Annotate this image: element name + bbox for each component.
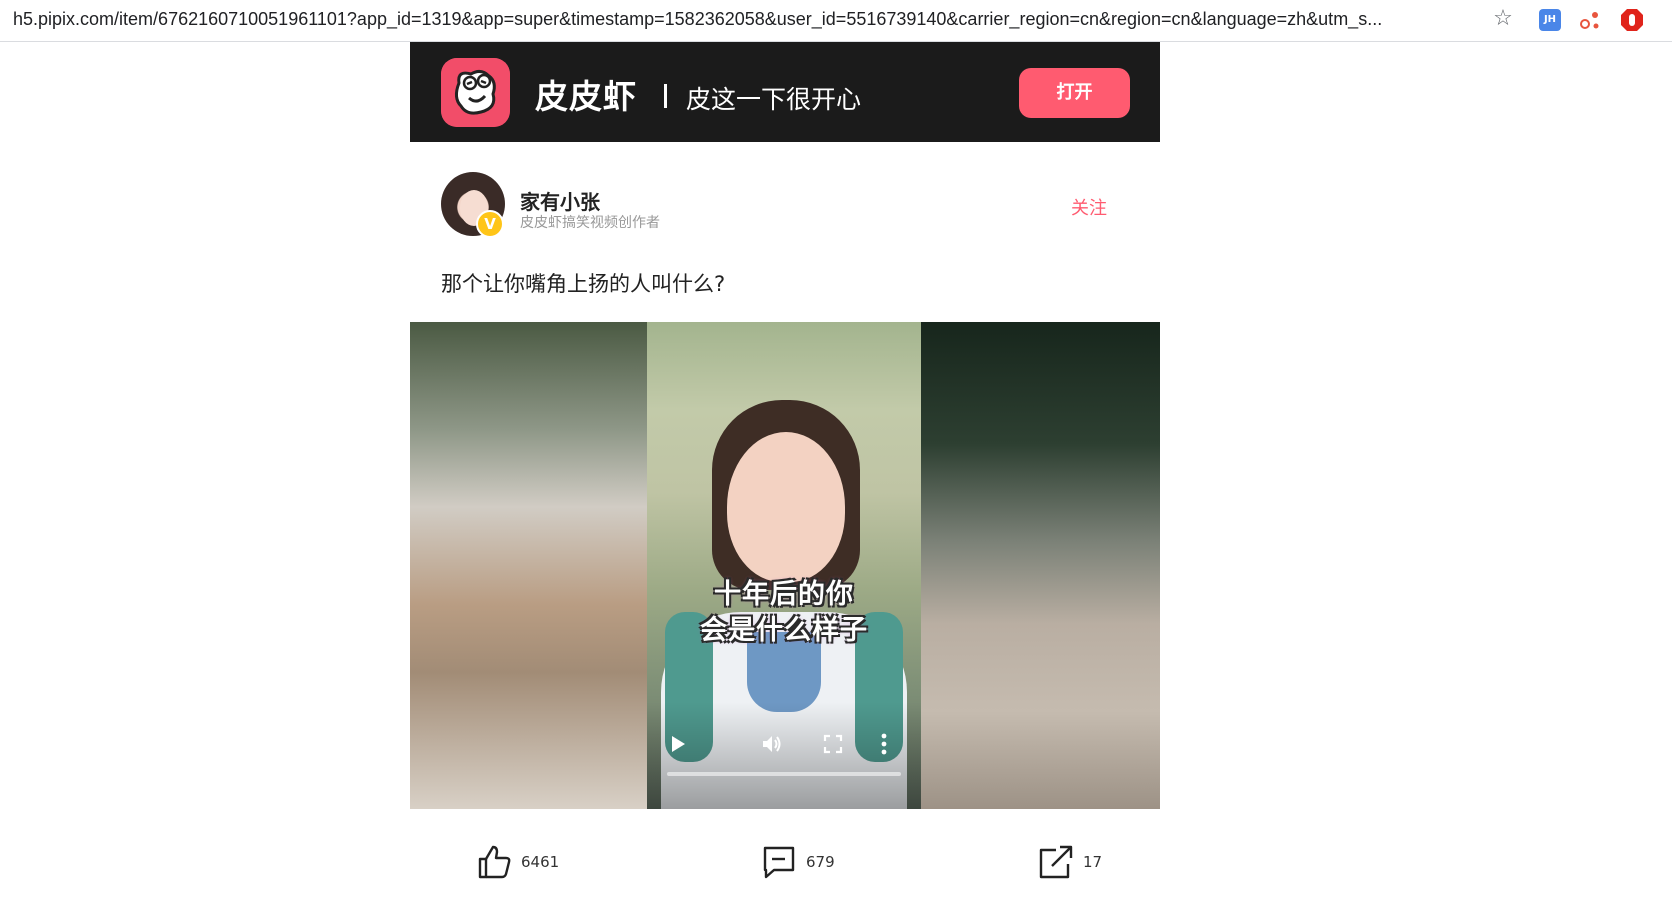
- like-count: 6461: [521, 853, 560, 871]
- action-bar: 6461 679 17: [410, 842, 1160, 882]
- share-count: 17: [1083, 853, 1103, 871]
- follow-button[interactable]: 关注: [1071, 194, 1107, 220]
- pipixia-logo-icon: [441, 58, 510, 127]
- thumbs-up-icon: [478, 845, 511, 879]
- video-player[interactable]: 十年后的你 会是什么样子: [410, 322, 1160, 809]
- video-controls: [647, 702, 921, 809]
- video-blur-background-left: [410, 322, 647, 809]
- open-app-button[interactable]: 打开: [1019, 68, 1130, 118]
- post-title: 那个让你嘴角上扬的人叫什么?: [441, 272, 726, 296]
- video-subtitle-line2: 会是什么样子: [700, 615, 868, 646]
- address-bar[interactable]: h5.pipix.com/item/6762160710051961101?ap…: [13, 9, 1473, 30]
- play-icon[interactable]: [672, 736, 685, 752]
- banner-divider: [664, 84, 667, 108]
- browser-toolbar: h5.pipix.com/item/6762160710051961101?ap…: [0, 0, 1672, 42]
- video-figure-face: [727, 432, 845, 582]
- app-name: 皮皮虾: [535, 77, 637, 116]
- comment-icon: [763, 846, 795, 879]
- app-download-banner: 皮皮虾 皮这一下很开心 打开: [410, 42, 1160, 142]
- app-slogan: 皮这一下很开心: [686, 85, 862, 114]
- fullscreen-icon[interactable]: [823, 734, 843, 754]
- verified-badge-icon: V: [476, 210, 504, 238]
- video-frame[interactable]: 十年后的你 会是什么样子: [647, 322, 921, 809]
- bookmark-star-icon[interactable]: ☆: [1490, 6, 1516, 32]
- comment-count: 679: [806, 853, 835, 871]
- video-subtitle-line1: 十年后的你: [714, 579, 854, 610]
- video-progress-bar[interactable]: [667, 772, 901, 776]
- jh-extension-icon[interactable]: JH: [1539, 9, 1561, 31]
- share-extension-icon[interactable]: [1578, 8, 1602, 32]
- author-title: 皮皮虾搞笑视频创作者: [520, 215, 660, 231]
- share-icon: [1039, 845, 1073, 879]
- more-icon[interactable]: [881, 733, 887, 755]
- volume-icon[interactable]: [760, 732, 784, 756]
- author-name[interactable]: 家有小张: [520, 186, 600, 215]
- stop-extension-icon[interactable]: [1620, 8, 1644, 32]
- page-column: 皮皮虾 皮这一下很开心 打开 V 家有小张 皮皮虾搞笑视频创作者 关注 那个让你…: [410, 42, 1160, 901]
- video-blur-background-right: [921, 322, 1160, 809]
